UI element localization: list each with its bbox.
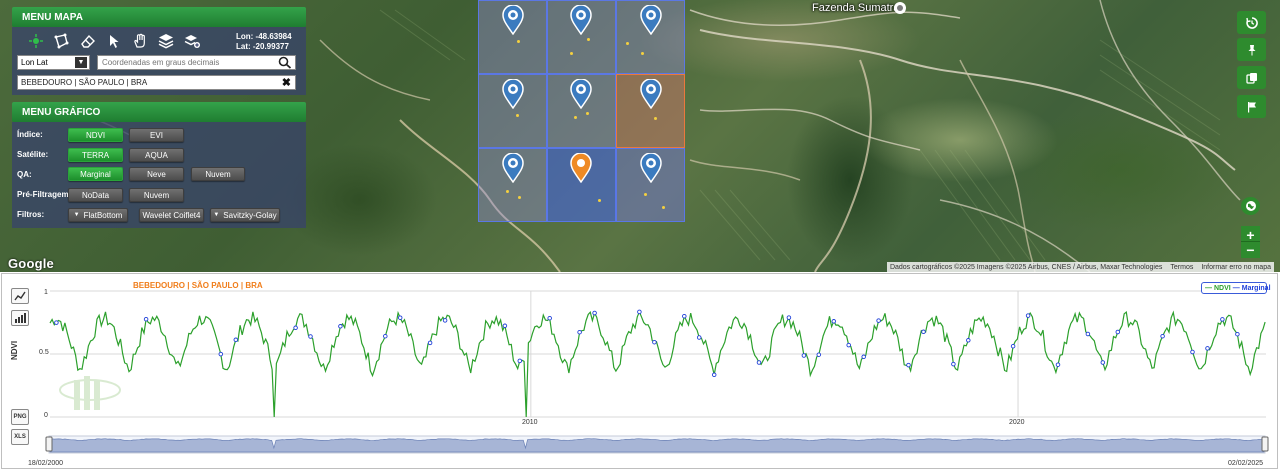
marginal-point (383, 333, 388, 339)
marginal-point (1190, 349, 1195, 355)
marginal-point (682, 313, 687, 319)
navigator-start-date: 18/02/2000 (28, 460, 64, 467)
y-tick-label: 1 (44, 289, 48, 296)
navigator-series (49, 438, 1265, 453)
marginal-point (427, 340, 433, 346)
marginal-point (1115, 329, 1121, 335)
y-tick-label: 0 (44, 412, 48, 419)
x-tick-label: 2010 (522, 419, 538, 426)
legend-marginal-label: Marginal (1241, 284, 1271, 292)
marginal-point (1220, 317, 1225, 322)
marginal-point (711, 372, 717, 378)
marginal-point (846, 342, 851, 348)
marginal-point (652, 339, 657, 345)
marginal-point (1055, 362, 1061, 367)
marginal-point (831, 319, 837, 324)
line-chart-icon (14, 291, 26, 301)
ndvi-chart[interactable] (0, 0, 1280, 472)
marginal-point (308, 334, 313, 339)
marginal-point (442, 318, 448, 323)
marginal-point (577, 329, 582, 335)
marginal-point (1025, 313, 1031, 318)
export-png-button[interactable]: PNG (11, 409, 29, 425)
marginal-point (592, 310, 597, 316)
marginal-point (1100, 360, 1106, 365)
ndvi-series-line (49, 310, 1266, 418)
bar-chart-toggle-button[interactable] (11, 310, 29, 326)
legend-ndvi-swatch: — (1205, 284, 1212, 292)
marginal-point (54, 320, 59, 325)
y-axis-label: NDVI (10, 340, 19, 360)
marginal-point (921, 329, 926, 335)
marginal-point (951, 361, 956, 367)
marginal-point (1205, 346, 1210, 351)
bar-chart-icon (15, 313, 26, 323)
marginal-point (338, 324, 343, 329)
marginal-point (1010, 343, 1016, 349)
legend-marginal-swatch: — (1232, 284, 1240, 292)
navigator-left-handle (45, 436, 53, 452)
marginal-point (397, 315, 403, 320)
line-chart-toggle-button[interactable] (11, 288, 29, 304)
marginal-point (861, 354, 866, 360)
marginal-point (502, 323, 508, 329)
marginal-point (517, 358, 523, 364)
marginal-point (801, 353, 807, 358)
navigator-end-date: 02/02/2025 (1228, 460, 1264, 467)
marginal-point (876, 318, 881, 323)
marginal-point (1085, 331, 1091, 337)
marginal-point (547, 315, 552, 321)
navigator-right-handle (1261, 436, 1269, 452)
chart-legend[interactable]: — NDVI — Marginal (1201, 282, 1271, 294)
export-xls-button[interactable]: XLS (11, 429, 29, 445)
chart-title: BEBEDOURO | SÃO PAULO | BRA (133, 281, 263, 290)
marginal-point (966, 338, 971, 343)
marginal-point (1235, 331, 1240, 337)
marginal-point (143, 316, 149, 322)
marginal-point (696, 335, 702, 340)
watermark-logo (59, 376, 121, 410)
marginal-point (756, 360, 762, 365)
marginal-point (1160, 333, 1165, 339)
marginal-point (233, 337, 239, 343)
legend-ndvi-label: NDVI (1214, 284, 1231, 292)
marginal-point (816, 352, 822, 357)
y-tick-label: 0.5 (39, 349, 49, 356)
marginal-point (906, 362, 911, 368)
x-tick-label: 2020 (1009, 419, 1025, 426)
marginal-point (218, 351, 224, 357)
marginal-point (293, 325, 298, 331)
marginal-point (786, 315, 792, 320)
marginal-point (637, 309, 642, 315)
